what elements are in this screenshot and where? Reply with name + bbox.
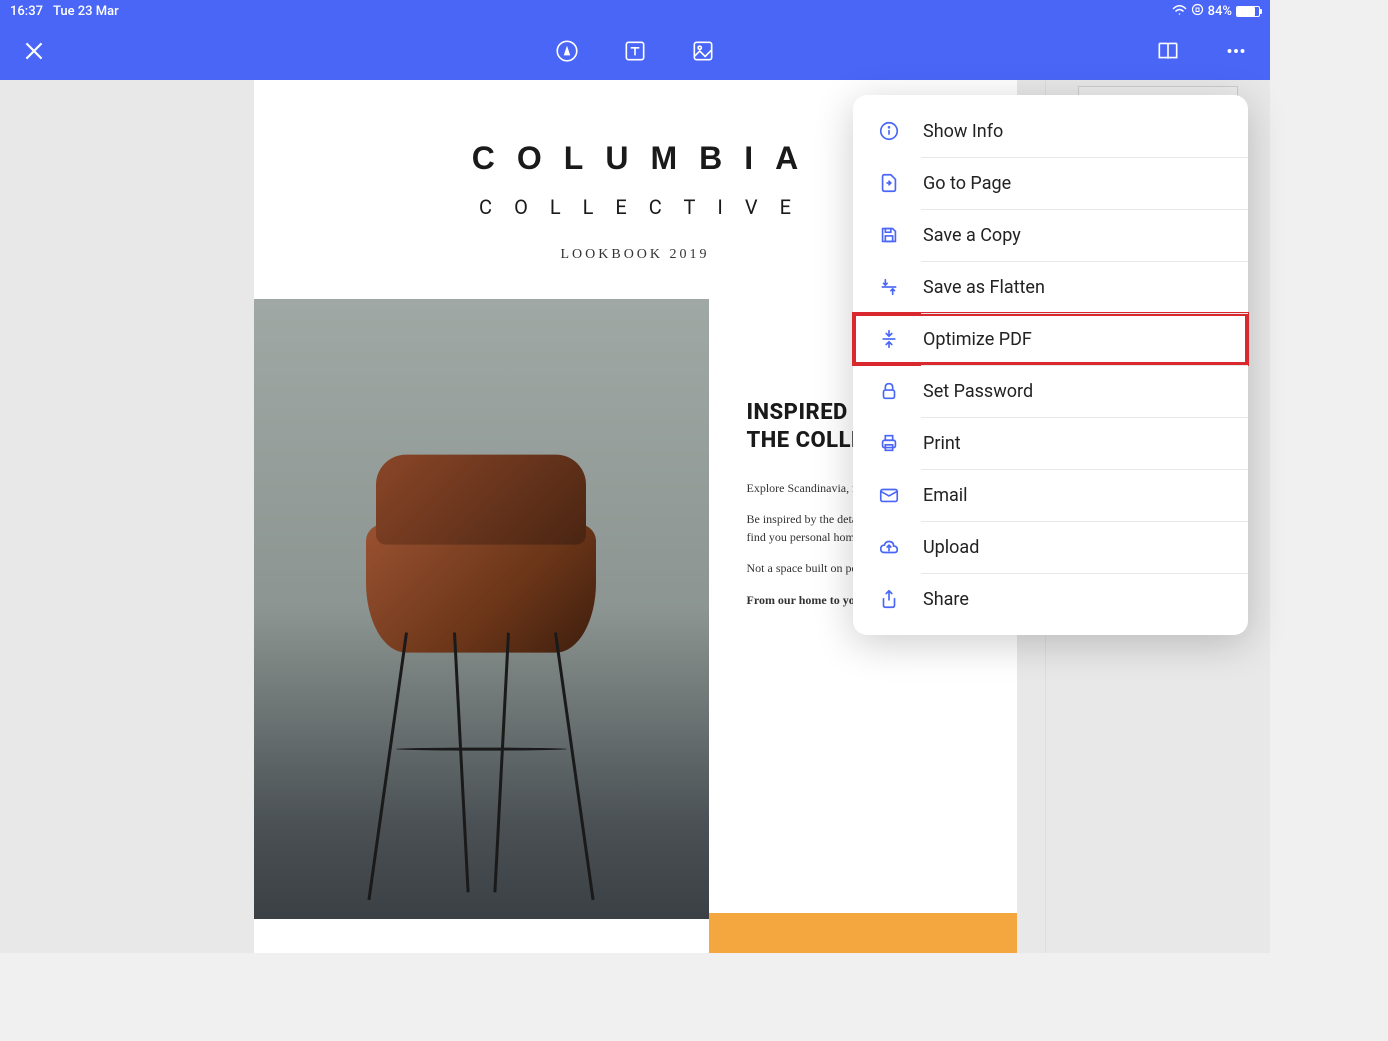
image-tool-icon[interactable] — [689, 37, 717, 65]
mail-icon — [877, 483, 901, 507]
rotation-lock-icon — [1191, 3, 1204, 20]
menu-item-share[interactable]: Share — [853, 573, 1248, 625]
menu-item-label: Share — [923, 589, 969, 610]
cloud-icon — [877, 535, 901, 559]
menu-item-label: Save as Flatten — [923, 277, 1045, 298]
menu-item-show-info[interactable]: Show Info — [853, 105, 1248, 157]
toolbar — [0, 22, 1270, 80]
info-icon — [877, 119, 901, 143]
status-date: Tue 23 Mar — [53, 4, 119, 19]
menu-item-optimize-pdf[interactable]: Optimize PDF — [853, 313, 1248, 365]
menu-item-label: Upload — [923, 537, 979, 558]
menu-item-go-to-page[interactable]: Go to Page — [853, 157, 1248, 209]
menu-item-save-flatten[interactable]: Save as Flatten — [853, 261, 1248, 313]
menu-item-label: Print — [923, 433, 961, 454]
battery-percent: 84% — [1208, 4, 1232, 19]
menu-item-label: Optimize PDF — [923, 329, 1032, 350]
optimize-icon — [877, 327, 901, 351]
status-bar: 16:37 Tue 23 Mar 84% — [0, 0, 1270, 22]
text-tool-icon[interactable] — [621, 37, 649, 65]
menu-item-label: Set Password — [923, 381, 1033, 402]
menu-item-upload[interactable]: Upload — [853, 521, 1248, 573]
menu-item-label: Save a Copy — [923, 225, 1021, 246]
print-icon — [877, 431, 901, 455]
flatten-icon — [877, 275, 901, 299]
menu-item-email[interactable]: Email — [853, 469, 1248, 521]
menu-item-label: Go to Page — [923, 173, 1011, 194]
menu-item-set-password[interactable]: Set Password — [853, 365, 1248, 417]
menu-item-label: Email — [923, 485, 968, 506]
lock-icon — [877, 379, 901, 403]
footer-strip — [709, 913, 1017, 953]
goto-icon — [877, 171, 901, 195]
reader-view-icon[interactable] — [1154, 37, 1182, 65]
menu-item-label: Show Info — [923, 121, 1003, 142]
save-icon — [877, 223, 901, 247]
menu-item-save-copy[interactable]: Save a Copy — [853, 209, 1248, 261]
battery-icon — [1236, 6, 1260, 17]
menu-item-print[interactable]: Print — [853, 417, 1248, 469]
wifi-icon — [1172, 4, 1187, 19]
share-icon — [877, 587, 901, 611]
hero-image — [254, 299, 709, 919]
actions-menu: Show Info Go to Page Save a Copy Save as Fl… — [853, 95, 1248, 635]
status-time: 16:37 — [10, 4, 43, 19]
close-button[interactable] — [20, 37, 48, 65]
pen-tool-icon[interactable] — [553, 37, 581, 65]
more-menu-button[interactable] — [1222, 37, 1250, 65]
